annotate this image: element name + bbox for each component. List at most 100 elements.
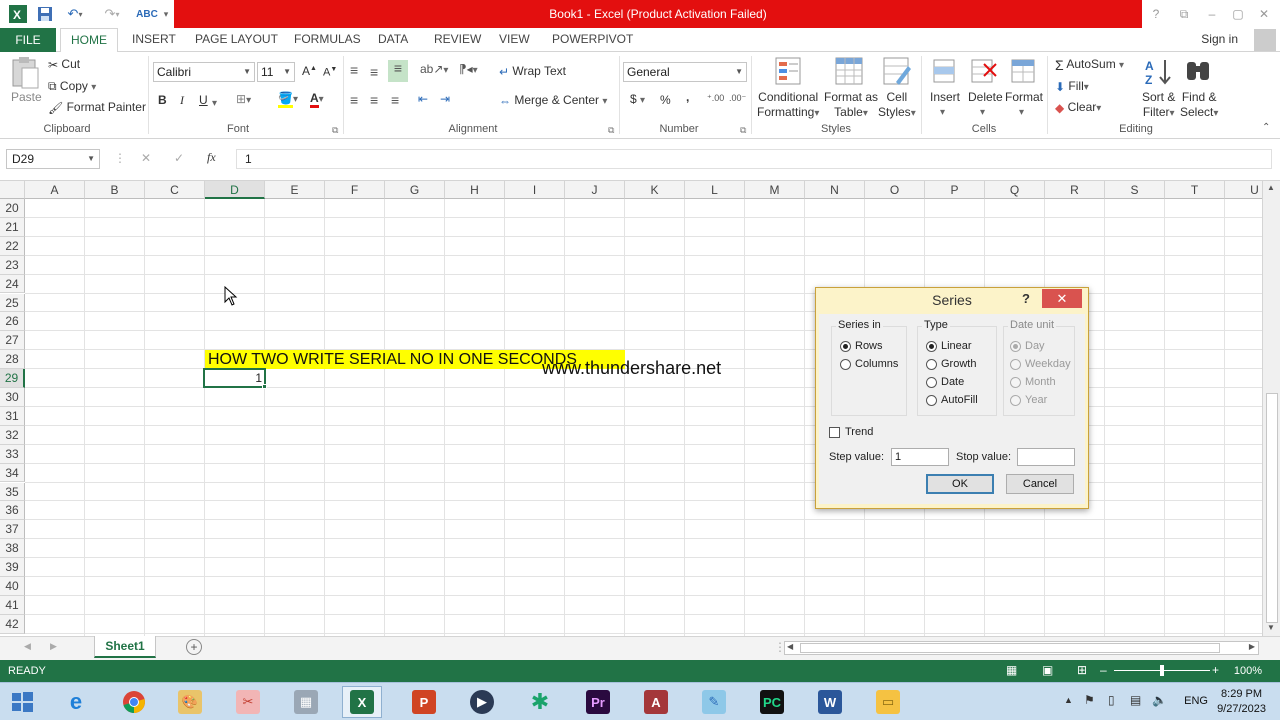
- row-header[interactable]: 42: [0, 614, 25, 634]
- row-header[interactable]: 27: [0, 331, 25, 351]
- align-bottom-icon[interactable]: ≡: [388, 60, 408, 82]
- align-middle-icon[interactable]: ≡: [370, 64, 378, 80]
- vertical-scrollbar[interactable]: ▲ ▼: [1262, 181, 1280, 636]
- powerpoint-icon[interactable]: P: [404, 686, 444, 718]
- snipping-tool-icon[interactable]: ✂: [228, 686, 268, 718]
- row-header[interactable]: 23: [0, 255, 25, 275]
- row-header[interactable]: 20: [0, 199, 25, 218]
- premiere-icon[interactable]: Pr: [578, 686, 618, 718]
- column-header[interactable]: B: [85, 181, 145, 199]
- dialog-close-button[interactable]: ✕: [1042, 289, 1082, 308]
- internet-explorer-icon[interactable]: e: [56, 686, 96, 718]
- column-header[interactable]: L: [685, 181, 745, 199]
- row-header[interactable]: 37: [0, 520, 25, 540]
- row-header[interactable]: 33: [0, 444, 25, 464]
- format-button[interactable]: Format ▾: [1005, 90, 1043, 118]
- trend-checkbox[interactable]: Trend: [829, 426, 873, 438]
- column-header[interactable]: H: [445, 181, 505, 199]
- delete-button[interactable]: Delete ▾: [968, 90, 1003, 118]
- align-left-icon[interactable]: ≡: [350, 92, 358, 108]
- number-format-select[interactable]: General ▼: [623, 62, 747, 82]
- cancel-entry-icon[interactable]: ✕: [141, 151, 151, 165]
- increase-decimal-icon[interactable]: ⁺.00: [707, 93, 724, 104]
- alignment-dialog-launcher-icon[interactable]: ⧉: [608, 125, 614, 136]
- column-header[interactable]: J: [565, 181, 625, 199]
- row-header[interactable]: 36: [0, 501, 25, 521]
- tab-page-layout[interactable]: PAGE LAYOUT: [195, 32, 278, 46]
- next-sheet-icon[interactable]: ▶: [50, 641, 57, 652]
- volume-icon[interactable]: 🔈: [1152, 693, 1167, 707]
- comma-button[interactable]: ,: [686, 90, 689, 104]
- insert-button[interactable]: Insert ▾: [930, 90, 960, 118]
- row-header[interactable]: 26: [0, 312, 25, 332]
- cell-d29[interactable]: 1: [203, 368, 266, 389]
- series-in-columns-radio[interactable]: Columns: [840, 358, 898, 370]
- select-all-corner[interactable]: [0, 181, 25, 199]
- sort-filter-button[interactable]: Sort & Filter▾: [1142, 90, 1175, 121]
- font-size-select[interactable]: 11 ▼: [257, 62, 295, 82]
- series-in-rows-radio[interactable]: Rows: [840, 340, 883, 352]
- row-header[interactable]: 22: [0, 236, 25, 256]
- enter-entry-icon[interactable]: ✓: [174, 151, 184, 165]
- font-color-icon[interactable]: A▾: [310, 91, 324, 108]
- type-autofill-radio[interactable]: AutoFill: [926, 394, 978, 406]
- autosum-button[interactable]: Σ AutoSum ▾: [1055, 57, 1124, 73]
- grow-font-icon[interactable]: A▲: [302, 64, 317, 78]
- number-dialog-launcher-icon[interactable]: ⧉: [740, 125, 746, 136]
- horizontal-scrollbar[interactable]: ◀ ▶: [784, 641, 1259, 655]
- shrink-font-icon[interactable]: A▼: [323, 66, 337, 79]
- formula-input[interactable]: 1: [236, 149, 1272, 169]
- ok-button[interactable]: OK: [926, 474, 994, 494]
- row-header[interactable]: 31: [0, 406, 25, 426]
- column-header[interactable]: U: [1225, 181, 1262, 199]
- copy-button[interactable]: ⧉ Copy ▾: [48, 79, 96, 94]
- merge-center-button[interactable]: ⇔ Merge & Center ▾: [499, 93, 607, 108]
- tab-data[interactable]: DATA: [378, 32, 408, 46]
- zoom-level[interactable]: 100%: [1234, 665, 1262, 677]
- cell-styles-button[interactable]: Cell Styles▾: [878, 90, 916, 121]
- font-dialog-launcher-icon[interactable]: ⧉: [332, 125, 338, 136]
- row-header[interactable]: 39: [0, 558, 25, 577]
- tab-view[interactable]: VIEW: [499, 32, 530, 46]
- fill-handle[interactable]: [262, 384, 267, 390]
- row-header[interactable]: 38: [0, 539, 25, 559]
- wrap-text-button[interactable]: ↵ Wrap Text: [499, 64, 566, 79]
- action-center-icon[interactable]: ⚑: [1084, 693, 1095, 707]
- row-header[interactable]: 32: [0, 425, 25, 445]
- paint-icon[interactable]: 🎨: [170, 686, 210, 718]
- tab-file[interactable]: FILE: [0, 28, 56, 52]
- access-icon[interactable]: A: [636, 686, 676, 718]
- row-header[interactable]: 41: [0, 595, 25, 615]
- help-icon[interactable]: ?: [1144, 4, 1168, 24]
- type-linear-radio[interactable]: Linear: [926, 340, 972, 352]
- row-header[interactable]: 28: [0, 350, 25, 370]
- step-value-input[interactable]: 1: [891, 448, 949, 466]
- column-header[interactable]: E: [265, 181, 325, 199]
- scroll-left-icon[interactable]: ◀: [787, 642, 793, 651]
- italic-button[interactable]: I: [180, 93, 184, 108]
- media-player-icon[interactable]: ▶: [462, 686, 502, 718]
- dialog-help-button[interactable]: ?: [1022, 291, 1030, 306]
- column-header[interactable]: R: [1045, 181, 1105, 199]
- column-header[interactable]: G: [385, 181, 445, 199]
- fill-color-icon[interactable]: 🪣▾: [278, 91, 298, 108]
- page-break-view-icon[interactable]: ⊞: [1077, 663, 1087, 677]
- align-top-icon[interactable]: ≡: [350, 62, 358, 78]
- type-date-radio[interactable]: Date: [926, 376, 964, 388]
- new-sheet-icon[interactable]: +: [186, 639, 202, 655]
- zoom-out-icon[interactable]: –: [1100, 663, 1107, 677]
- paste-icon[interactable]: [10, 56, 42, 89]
- column-header[interactable]: T: [1165, 181, 1225, 199]
- percent-button[interactable]: %: [660, 93, 671, 107]
- paste-button[interactable]: Paste: [11, 90, 42, 104]
- collapse-ribbon-icon[interactable]: ⌃: [1262, 122, 1270, 133]
- ribbon-display-icon[interactable]: ⧉: [1172, 4, 1196, 24]
- column-header[interactable]: M: [745, 181, 805, 199]
- row-header[interactable]: 29: [0, 369, 25, 388]
- sheet-tab-sheet1[interactable]: Sheet1: [94, 636, 156, 658]
- page-layout-view-icon[interactable]: ▣: [1042, 663, 1053, 677]
- decrease-decimal-icon[interactable]: .00⁻: [729, 93, 746, 104]
- column-header[interactable]: P: [925, 181, 985, 199]
- currency-button[interactable]: $ ▾: [630, 92, 645, 106]
- avatar[interactable]: [1254, 29, 1276, 51]
